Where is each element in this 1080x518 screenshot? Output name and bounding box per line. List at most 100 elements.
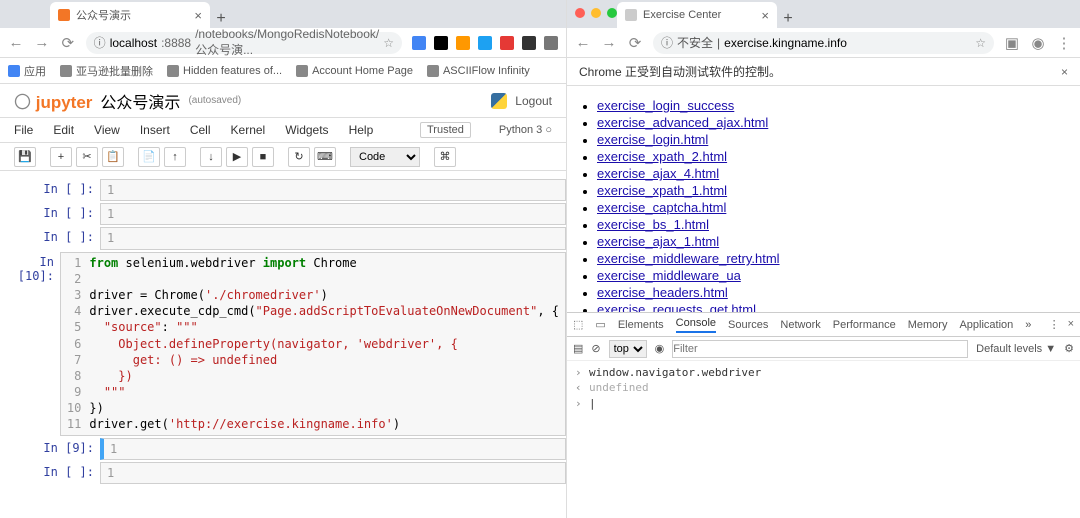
star-icon[interactable]: ☆	[975, 36, 986, 50]
ext-icon[interactable]	[500, 36, 514, 50]
exercise-link[interactable]: exercise_bs_1.html	[597, 217, 709, 232]
minimize-window-icon[interactable]	[591, 8, 601, 18]
exercise-link[interactable]: exercise_xpath_2.html	[597, 149, 727, 164]
exercise-link[interactable]: exercise_headers.html	[597, 285, 728, 300]
bookmark-item[interactable]: Account Home Page	[296, 65, 413, 77]
devtools-menu-icon[interactable]: ⋮	[1049, 318, 1060, 331]
devtools-tab-elements[interactable]: Elements	[618, 319, 664, 331]
forward-icon[interactable]: →	[601, 34, 617, 51]
close-icon[interactable]: ×	[194, 8, 202, 23]
ext-icon[interactable]	[456, 36, 470, 50]
devtools-close-icon[interactable]: ×	[1068, 318, 1074, 331]
exercise-link[interactable]: exercise_middleware_ua	[597, 268, 741, 283]
command-palette-icon[interactable]: ⌘	[434, 147, 456, 167]
reader-icon[interactable]: ▣	[1004, 34, 1020, 52]
forward-icon[interactable]: →	[34, 34, 50, 51]
menu-edit[interactable]: Edit	[53, 123, 74, 137]
back-icon[interactable]: ←	[8, 34, 24, 51]
code-cell[interactable]: In [ ]:1	[0, 179, 566, 201]
devtools-tab-application[interactable]: Application	[959, 319, 1013, 331]
browser-tab[interactable]: Exercise Center ×	[617, 2, 777, 28]
toolbar-btn[interactable]: ■	[252, 147, 274, 167]
console-output[interactable]: ›window.navigator.webdriver ‹undefined ›…	[567, 361, 1080, 518]
sidebar-toggle-icon[interactable]: ▤	[573, 342, 583, 355]
menu-help[interactable]: Help	[349, 123, 374, 137]
reload-icon[interactable]: ⟳	[60, 34, 76, 52]
bookmark-item[interactable]: Hidden features of...	[167, 65, 282, 77]
menu-widgets[interactable]: Widgets	[285, 123, 328, 137]
toolbar-btn[interactable]: 📋	[102, 147, 124, 167]
toolbar-btn[interactable]: ⌨	[314, 147, 336, 167]
site-info-icon[interactable]: ⓘ	[661, 34, 673, 51]
exercise-link[interactable]: exercise_captcha.html	[597, 200, 726, 215]
bookmark-item[interactable]: 亚马逊批量删除	[60, 63, 153, 79]
exercise-link[interactable]: exercise_ajax_4.html	[597, 166, 719, 181]
context-select[interactable]: top	[609, 340, 647, 358]
close-icon[interactable]: ×	[761, 8, 769, 23]
ext-icon[interactable]	[434, 36, 448, 50]
code-cell[interactable]: In [10]:1 2 3 4 5 6 7 8 9 10 11 from sel…	[0, 252, 566, 436]
close-window-icon[interactable]	[575, 8, 585, 18]
devtools-tab-network[interactable]: Network	[780, 319, 820, 331]
console-cursor[interactable]: |	[589, 396, 596, 411]
kernel-name[interactable]: Python 3 ○	[499, 124, 552, 136]
jupyter-logo[interactable]: 〇 jupyter	[14, 88, 92, 113]
cell-type-select[interactable]: Code	[350, 147, 420, 167]
menu-kernel[interactable]: Kernel	[231, 123, 266, 137]
toolbar-btn[interactable]: +	[50, 147, 72, 167]
maximize-window-icon[interactable]	[607, 8, 617, 18]
new-tab-button[interactable]: +	[777, 10, 799, 28]
new-tab-button[interactable]: +	[210, 10, 232, 28]
toolbar-btn[interactable]: 📄	[138, 147, 160, 167]
menu-view[interactable]: View	[94, 123, 120, 137]
profile-icon[interactable]: ◉	[1030, 34, 1046, 52]
window-controls[interactable]	[575, 8, 617, 18]
code-cell[interactable]: In [ ]:1	[0, 462, 566, 484]
back-icon[interactable]: ←	[575, 34, 591, 51]
exercise-link[interactable]: exercise_login_success	[597, 98, 734, 113]
omnibox[interactable]: ⓘ 不安全 | exercise.kingname.info ☆	[653, 32, 994, 54]
toolbar-btn[interactable]: ↓	[200, 147, 222, 167]
omnibox[interactable]: ⓘ localhost:8888/notebooks/MongoRedisNot…	[86, 32, 402, 54]
toolbar-btn[interactable]: ↑	[164, 147, 186, 167]
exercise-link[interactable]: exercise_advanced_ajax.html	[597, 115, 768, 130]
ext-icon[interactable]	[522, 36, 536, 50]
log-levels[interactable]: Default levels ▼	[976, 343, 1056, 355]
reload-icon[interactable]: ⟳	[627, 34, 643, 52]
devtools-tab-sources[interactable]: Sources	[728, 319, 768, 331]
toolbar-btn[interactable]: ▶	[226, 147, 248, 167]
toolbar-btn[interactable]: 💾	[14, 147, 36, 167]
clear-console-icon[interactable]: ⊘	[591, 342, 600, 355]
inspect-icon[interactable]: ⬚	[573, 318, 583, 331]
bookmark-item[interactable]: ASCIIFlow Infinity	[427, 65, 530, 77]
ext-icon[interactable]	[478, 36, 492, 50]
more-tabs-icon[interactable]: »	[1025, 319, 1031, 331]
code-cell[interactable]: In [ ]:1	[0, 203, 566, 225]
exercise-link[interactable]: exercise_middleware_retry.html	[597, 251, 780, 266]
devtools-tab-console[interactable]: Console	[676, 317, 716, 333]
close-icon[interactable]: ×	[1061, 65, 1068, 79]
ext-icon[interactable]	[544, 36, 558, 50]
filter-input[interactable]	[672, 340, 968, 358]
apps-icon[interactable]: 应用	[8, 63, 46, 79]
menu-file[interactable]: File	[14, 123, 33, 137]
star-icon[interactable]: ☆	[383, 36, 394, 50]
browser-tab[interactable]: 公众号演示 ×	[50, 2, 210, 28]
menu-cell[interactable]: Cell	[190, 123, 211, 137]
trusted-badge[interactable]: Trusted	[420, 122, 471, 138]
toolbar-btn[interactable]: ↻	[288, 147, 310, 167]
devtools-tab-memory[interactable]: Memory	[908, 319, 948, 331]
ext-icon[interactable]	[412, 36, 426, 50]
device-icon[interactable]: ▭	[595, 318, 605, 331]
menu-insert[interactable]: Insert	[140, 123, 170, 137]
logout-button[interactable]: Logout	[515, 94, 552, 108]
eye-icon[interactable]: ◉	[655, 342, 665, 355]
menu-icon[interactable]: ⋮	[1056, 34, 1072, 52]
exercise-link[interactable]: exercise_xpath_1.html	[597, 183, 727, 198]
code-cell[interactable]: In [9]:1	[0, 438, 566, 460]
notebook-title[interactable]: 公众号演示	[100, 89, 180, 113]
devtools-tab-performance[interactable]: Performance	[833, 319, 896, 331]
exercise-link[interactable]: exercise_login.html	[597, 132, 708, 147]
settings-icon[interactable]: ⚙	[1064, 342, 1074, 355]
toolbar-btn[interactable]: ✂	[76, 147, 98, 167]
